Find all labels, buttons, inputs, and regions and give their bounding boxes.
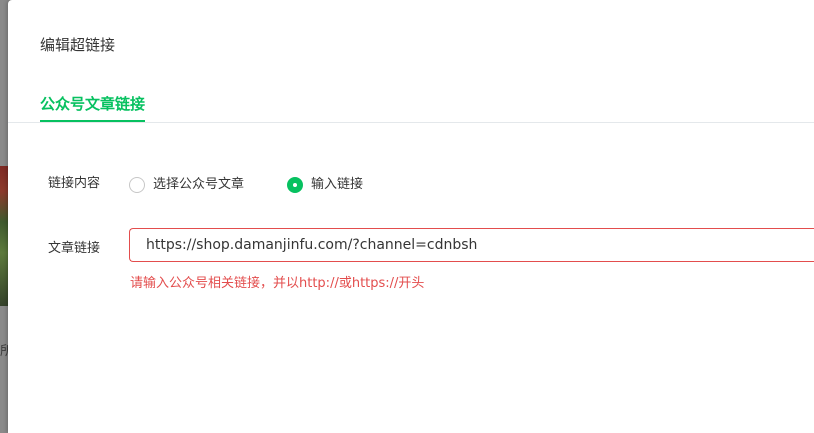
tab-article-link[interactable]: 公众号文章链接 bbox=[40, 84, 146, 122]
edit-hyperlink-dialog: 编辑超链接 公众号文章链接 链接内容 选择公众号文章 输入链接 文章链接 请输入… bbox=[8, 0, 814, 433]
article-link-error: 请输入公众号相关链接，并以http://或https://开头 bbox=[130, 276, 425, 291]
link-content-label: 链接内容 bbox=[48, 176, 101, 191]
article-link-input[interactable] bbox=[129, 228, 814, 262]
radio-label-select-article: 选择公众号文章 bbox=[153, 177, 245, 192]
radio-select-article[interactable]: 选择公众号文章 bbox=[129, 175, 244, 195]
radio-label-input-link: 输入链接 bbox=[311, 177, 364, 192]
tab-bar: 公众号文章链接 bbox=[8, 84, 814, 123]
dialog-title: 编辑超链接 bbox=[40, 36, 116, 54]
article-link-label: 文章链接 bbox=[48, 241, 101, 256]
radio-checked-icon[interactable] bbox=[287, 177, 303, 193]
radio-unchecked-icon[interactable] bbox=[129, 177, 145, 193]
radio-input-link[interactable]: 输入链接 bbox=[287, 175, 363, 195]
